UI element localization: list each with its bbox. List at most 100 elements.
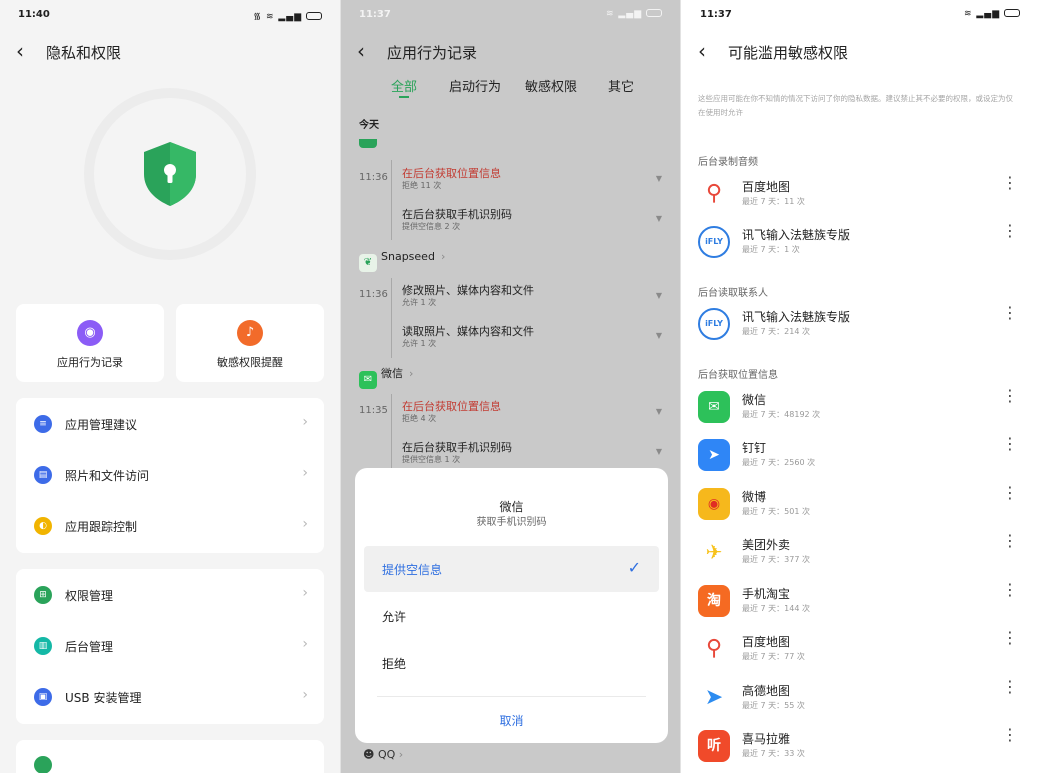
app-list-item[interactable]: iFLY 讯飞输入法魅族专版 最近 7 天：214 次 ⋮ xyxy=(682,302,1038,348)
status-time: 11:37 xyxy=(359,9,391,20)
back-icon[interactable]: ‹ xyxy=(16,40,24,62)
status-time: 11:37 xyxy=(700,9,732,20)
chevron-right-icon: › xyxy=(440,250,446,263)
record-subtitle: 允许 1 次 xyxy=(402,339,437,348)
app-usage: 最近 7 天：144 次 xyxy=(742,604,810,613)
privacy-screen: 11:40 ᯾ ≋ ▂▄▆ ‹ 隐私和权限 ◉ 应用行为记录 ♪ 敏感权限提醒 … xyxy=(0,0,340,773)
app-list-item[interactable]: ✈ 美团外卖 最近 7 天：377 次 ⋮ xyxy=(682,530,1038,576)
app-list-item[interactable]: ◉ 微博 最近 7 天：501 次 ⋮ xyxy=(682,482,1038,528)
more-icon[interactable]: ⋮ xyxy=(1002,727,1018,743)
app-usage: 最近 7 天：377 次 xyxy=(742,555,810,564)
page-title: 应用行为记录 xyxy=(387,44,478,62)
settings-group-3-icon xyxy=(34,756,52,773)
record-title: 在后台获取手机识别码 xyxy=(402,208,512,221)
tab-all[interactable]: 全部 xyxy=(391,76,417,95)
caret-down-icon[interactable]: ▼ xyxy=(656,214,662,223)
day-label: 今天 xyxy=(359,120,379,131)
sheet-divider xyxy=(377,696,646,697)
caret-down-icon[interactable]: ▼ xyxy=(656,447,662,456)
status-bar: 11:37 ≋ ▂▄▆ xyxy=(341,0,680,30)
app-icon-partial xyxy=(359,139,377,148)
app-usage: 最近 7 天：1 次 xyxy=(742,245,800,254)
more-icon[interactable]: ⋮ xyxy=(1002,485,1018,501)
app-list-item[interactable]: 淘 手机淘宝 最近 7 天：144 次 ⋮ xyxy=(682,579,1038,625)
signal-icon: ▂▄▆ xyxy=(976,9,1001,19)
network-icon: ᯾ xyxy=(253,12,263,22)
app-usage: 最近 7 天：48192 次 xyxy=(742,410,821,419)
more-icon[interactable]: ⋮ xyxy=(1002,679,1018,695)
caret-down-icon[interactable]: ▼ xyxy=(656,331,662,340)
option-empty-info[interactable]: 提供空信息 ✓ xyxy=(364,546,659,592)
option-allow[interactable]: 允许 xyxy=(364,593,659,639)
permission-manage-item[interactable]: ⊞ 权限管理 › xyxy=(16,569,324,621)
record-time: 11:36 xyxy=(359,172,388,183)
section-title: 后台录制音频 xyxy=(698,157,758,168)
back-icon[interactable]: ‹ xyxy=(698,40,706,62)
app-behavior-card[interactable]: ◉ 应用行为记录 xyxy=(16,304,164,382)
app-group-wechat[interactable]: ✉ 微信 › xyxy=(359,365,413,389)
page-title: 隐私和权限 xyxy=(46,44,122,62)
permission-manage-label: 权限管理 xyxy=(65,589,114,603)
option-deny[interactable]: 拒绝 xyxy=(364,640,659,686)
app-list-item[interactable]: ⚲ 百度地图 最近 7 天：77 次 ⋮ xyxy=(682,627,1038,673)
more-icon[interactable]: ⋮ xyxy=(1002,436,1018,452)
app-usage: 最近 7 天：33 次 xyxy=(742,749,805,758)
app-list-item[interactable]: ⚲ 百度地图 最近 7 天：11 次 ⋮ xyxy=(682,172,1038,218)
option-label: 拒绝 xyxy=(382,657,407,671)
app-name: 美团外卖 xyxy=(742,538,791,552)
app-name: 百度地图 xyxy=(742,635,791,649)
more-icon[interactable]: ⋮ xyxy=(1002,388,1018,404)
check-icon: ✓ xyxy=(627,558,641,577)
caret-down-icon[interactable]: ▼ xyxy=(656,291,662,300)
record-subtitle: 提供空信息 1 次 xyxy=(402,455,461,464)
app-list-item[interactable]: iFLY 讯飞输入法魅族专版 最近 7 天：1 次 ⋮ xyxy=(682,220,1038,266)
panel-divider xyxy=(680,0,681,773)
app-list-item[interactable]: ➤ 钉钉 最近 7 天：2560 次 ⋮ xyxy=(682,433,1038,479)
tracking-icon: ◐ xyxy=(34,517,52,535)
message-icon: ≡ xyxy=(34,415,52,433)
background-manage-item[interactable]: ▥ 后台管理 › xyxy=(16,620,324,672)
battery-icon xyxy=(1004,9,1020,17)
usb-install-item[interactable]: ▣ USB 安装管理 › xyxy=(16,671,324,723)
baidu-map-icon: ⚲ xyxy=(698,633,730,665)
caret-down-icon[interactable]: ▼ xyxy=(656,407,662,416)
baidu-map-icon: ⚲ xyxy=(698,178,730,210)
tab-launch[interactable]: 启动行为 xyxy=(449,76,501,95)
status-bar: 11:40 ᯾ ≋ ▂▄▆ xyxy=(0,0,340,30)
app-name: 讯飞输入法魅族专版 xyxy=(742,310,851,324)
record-subtitle: 提供空信息 2 次 xyxy=(402,222,461,231)
more-icon[interactable]: ⋮ xyxy=(1002,582,1018,598)
page-title: 可能滥用敏感权限 xyxy=(728,44,849,62)
cancel-button[interactable]: 取消 xyxy=(355,712,668,729)
app-advice-item[interactable]: ≡ 应用管理建议 › xyxy=(16,398,324,450)
app-group-name: QQ xyxy=(377,748,396,761)
file-access-item[interactable]: ▤ 照片和文件访问 › xyxy=(16,449,324,501)
record-title: 在后台获取手机识别码 xyxy=(402,441,512,454)
app-usage: 最近 7 天：2560 次 xyxy=(742,458,816,467)
caret-down-icon[interactable]: ▼ xyxy=(656,174,662,183)
app-group-snapseed[interactable]: ❦ Snapseed › xyxy=(359,250,445,272)
more-icon[interactable]: ⋮ xyxy=(1002,175,1018,191)
tab-sensitive[interactable]: 敏感权限 xyxy=(525,76,577,95)
app-group-qq[interactable]: ☻ QQ › xyxy=(363,748,403,761)
sensitive-alert-card[interactable]: ♪ 敏感权限提醒 xyxy=(176,304,324,382)
timeline-line xyxy=(391,394,392,468)
bell-icon: ♪ xyxy=(237,320,263,346)
wechat-icon: ✉ xyxy=(698,391,730,423)
status-icons: ≋ ▂▄▆ xyxy=(606,9,662,19)
app-list-item[interactable]: 听 喜马拉雅 最近 7 天：33 次 ⋮ xyxy=(682,724,1038,770)
chevron-right-icon: › xyxy=(302,636,308,652)
more-icon[interactable]: ⋮ xyxy=(1002,630,1018,646)
more-icon[interactable]: ⋮ xyxy=(1002,223,1018,239)
tracking-control-item[interactable]: ◐ 应用跟踪控制 › xyxy=(16,500,324,552)
app-list-item[interactable]: ✉ 微信 最近 7 天：48192 次 ⋮ xyxy=(682,385,1038,431)
app-advice-label: 应用管理建议 xyxy=(65,418,138,432)
section-title: 后台读取联系人 xyxy=(698,288,768,299)
tab-other[interactable]: 其它 xyxy=(608,76,634,95)
meituan-icon: ✈ xyxy=(698,536,730,568)
back-icon[interactable]: ‹ xyxy=(357,40,365,62)
more-icon[interactable]: ⋮ xyxy=(1002,533,1018,549)
more-icon[interactable]: ⋮ xyxy=(1002,305,1018,321)
option-label: 允许 xyxy=(382,610,407,624)
app-list-item[interactable]: ➤ 高德地图 最近 7 天：55 次 ⋮ xyxy=(682,676,1038,722)
